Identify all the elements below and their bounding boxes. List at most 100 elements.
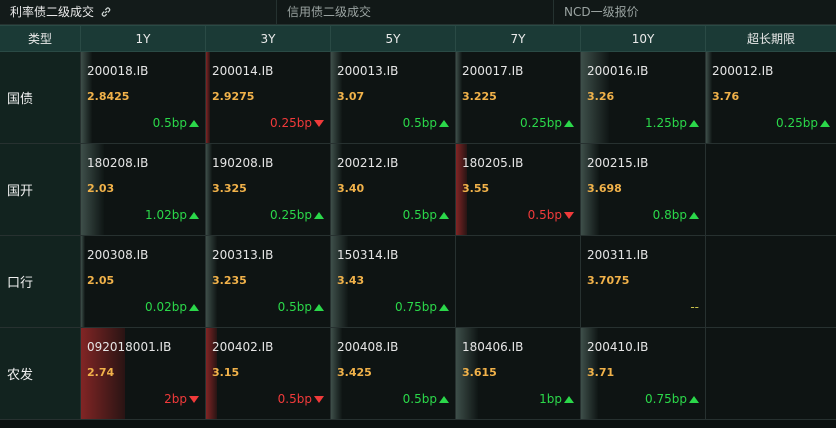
bond-code[interactable]: 180208.IB bbox=[87, 156, 148, 170]
quote-cell-10y[interactable]: 200410.IB 3.71 0.75bp bbox=[581, 328, 706, 419]
quote-cell-ultra-long[interactable]: 200012.IB 3.76 0.25bp bbox=[706, 52, 836, 143]
bond-yield: 2.9275 bbox=[212, 90, 255, 103]
bond-code[interactable]: 092018001.IB bbox=[87, 340, 171, 354]
yield-change-value: 0.75bp bbox=[645, 392, 687, 406]
bond-code[interactable]: 200018.IB bbox=[87, 64, 148, 78]
bond-code[interactable]: 200016.IB bbox=[587, 64, 648, 78]
quote-cell-1y[interactable]: 180208.IB 2.03 1.02bp bbox=[81, 144, 206, 235]
triangle-up-icon bbox=[564, 119, 574, 127]
bond-yield: 2.05 bbox=[87, 274, 115, 287]
quote-cell-1y[interactable]: 200308.IB 2.05 0.02bp bbox=[81, 236, 206, 327]
bond-yield: 2.8425 bbox=[87, 90, 130, 103]
triangle-up-icon bbox=[439, 395, 449, 403]
bond-code[interactable]: 200012.IB bbox=[712, 64, 773, 78]
header-1y[interactable]: 1Y bbox=[81, 26, 206, 51]
yield-change-value: 0.25bp bbox=[270, 208, 312, 222]
quote-cell-10y[interactable]: 200311.IB 3.7075 -- bbox=[581, 236, 706, 327]
quote-cell-ultra-long bbox=[706, 236, 836, 327]
header-type[interactable]: 类型 bbox=[0, 26, 81, 51]
yield-change-value: 0.5bp bbox=[402, 116, 437, 130]
bond-code[interactable]: 200313.IB bbox=[212, 248, 273, 262]
bond-code[interactable]: 200408.IB bbox=[337, 340, 398, 354]
triangle-down-icon bbox=[314, 395, 324, 403]
tab-credit-bond-secondary[interactable]: 信用债二级成交 bbox=[277, 0, 554, 24]
row-type-label: 口行 bbox=[0, 236, 81, 327]
triangle-down-icon bbox=[314, 119, 324, 127]
triangle-up-icon bbox=[189, 211, 199, 219]
yield-change: 0.25bp bbox=[520, 116, 574, 130]
header-ultra-long[interactable]: 超长期限 bbox=[706, 26, 836, 51]
quote-cell-7y[interactable]: 180205.IB 3.55 0.5bp bbox=[456, 144, 581, 235]
table-row: 国开 180208.IB 2.03 1.02bp 190208.IB 3.325 0.25b… bbox=[0, 144, 836, 236]
quote-cell-3y[interactable]: 190208.IB 3.325 0.25bp bbox=[206, 144, 331, 235]
yield-change: 0.25bp bbox=[270, 116, 324, 130]
yield-change: 0.5bp bbox=[153, 116, 199, 130]
yield-change-value: 0.5bp bbox=[152, 116, 187, 130]
bond-code[interactable]: 200410.IB bbox=[587, 340, 648, 354]
link-icon[interactable] bbox=[100, 6, 112, 18]
quote-cell-3y[interactable]: 200402.IB 3.15 0.5bp bbox=[206, 328, 331, 419]
header-5y[interactable]: 5Y bbox=[331, 26, 456, 51]
bond-yield: 3.43 bbox=[337, 274, 365, 287]
yield-change: 1.02bp bbox=[145, 208, 199, 222]
yield-change: 0.5bp bbox=[278, 300, 324, 314]
bond-yield: 3.40 bbox=[337, 182, 365, 195]
yield-change: -- bbox=[690, 300, 699, 314]
triangle-up-icon bbox=[439, 119, 449, 127]
bond-code[interactable]: 200017.IB bbox=[462, 64, 523, 78]
quote-cell-3y[interactable]: 200313.IB 3.235 0.5bp bbox=[206, 236, 331, 327]
triangle-up-icon bbox=[439, 211, 449, 219]
yield-change-value: 0.25bp bbox=[270, 116, 312, 130]
bond-code[interactable]: 180205.IB bbox=[462, 156, 523, 170]
bond-yield: 3.76 bbox=[712, 90, 740, 103]
bond-code[interactable]: 200014.IB bbox=[212, 64, 273, 78]
quote-cell-5y[interactable]: 200408.IB 3.425 0.5bp bbox=[331, 328, 456, 419]
bond-yield: 3.7075 bbox=[587, 274, 630, 287]
quote-cell-5y[interactable]: 200013.IB 3.07 0.5bp bbox=[331, 52, 456, 143]
bond-yield: 3.15 bbox=[212, 366, 240, 379]
quote-cell-5y[interactable]: 150314.IB 3.43 0.75bp bbox=[331, 236, 456, 327]
quote-cell-10y[interactable]: 200215.IB 3.698 0.8bp bbox=[581, 144, 706, 235]
quote-cell-7y bbox=[456, 236, 581, 327]
quote-cell-1y[interactable]: 092018001.IB 2.74 2bp bbox=[81, 328, 206, 419]
yield-change-value: 0.5bp bbox=[527, 208, 562, 222]
yield-change-value: 0.25bp bbox=[520, 116, 562, 130]
yield-change: 0.25bp bbox=[776, 116, 830, 130]
yield-change-value: 1.02bp bbox=[145, 208, 187, 222]
bond-code[interactable]: 150314.IB bbox=[337, 248, 398, 262]
yield-change: 0.5bp bbox=[403, 116, 449, 130]
bond-code[interactable]: 200402.IB bbox=[212, 340, 273, 354]
tab-ncd-primary-quote[interactable]: NCD一级报价 bbox=[554, 0, 836, 24]
quote-cell-ultra-long bbox=[706, 144, 836, 235]
tab-bar: 利率债二级成交 信用债二级成交 NCD一级报价 bbox=[0, 0, 836, 25]
bond-code[interactable]: 200013.IB bbox=[337, 64, 398, 78]
table-row: 农发 092018001.IB 2.74 2bp 200402.IB 3.15 0.5bp 2… bbox=[0, 328, 836, 420]
bond-code[interactable]: 190208.IB bbox=[212, 156, 273, 170]
bond-yield: 3.698 bbox=[587, 182, 622, 195]
header-10y[interactable]: 10Y bbox=[581, 26, 706, 51]
bond-code[interactable]: 200308.IB bbox=[87, 248, 148, 262]
bond-code[interactable]: 200212.IB bbox=[337, 156, 398, 170]
triangle-up-icon bbox=[314, 211, 324, 219]
bond-code[interactable]: 180406.IB bbox=[462, 340, 523, 354]
quote-cell-3y[interactable]: 200014.IB 2.9275 0.25bp bbox=[206, 52, 331, 143]
triangle-up-icon bbox=[820, 119, 830, 127]
quote-cell-10y[interactable]: 200016.IB 3.26 1.25bp bbox=[581, 52, 706, 143]
triangle-down-icon bbox=[564, 211, 574, 219]
quote-cell-7y[interactable]: 200017.IB 3.225 0.25bp bbox=[456, 52, 581, 143]
yield-change-value: 0.25bp bbox=[776, 116, 818, 130]
bond-yield: 3.07 bbox=[337, 90, 365, 103]
quote-cell-7y[interactable]: 180406.IB 3.615 1bp bbox=[456, 328, 581, 419]
bond-code[interactable]: 200311.IB bbox=[587, 248, 648, 262]
tab-rate-bond-secondary[interactable]: 利率债二级成交 bbox=[0, 0, 277, 24]
bond-code[interactable]: 200215.IB bbox=[587, 156, 648, 170]
yield-change: 2bp bbox=[164, 392, 199, 406]
header-3y[interactable]: 3Y bbox=[206, 26, 331, 51]
triangle-up-icon bbox=[689, 119, 699, 127]
quote-cell-ultra-long bbox=[706, 328, 836, 419]
bond-yield: 3.71 bbox=[587, 366, 615, 379]
quote-cell-1y[interactable]: 200018.IB 2.8425 0.5bp bbox=[81, 52, 206, 143]
header-7y[interactable]: 7Y bbox=[456, 26, 581, 51]
quote-cell-5y[interactable]: 200212.IB 3.40 0.5bp bbox=[331, 144, 456, 235]
bond-yield: 3.325 bbox=[212, 182, 247, 195]
